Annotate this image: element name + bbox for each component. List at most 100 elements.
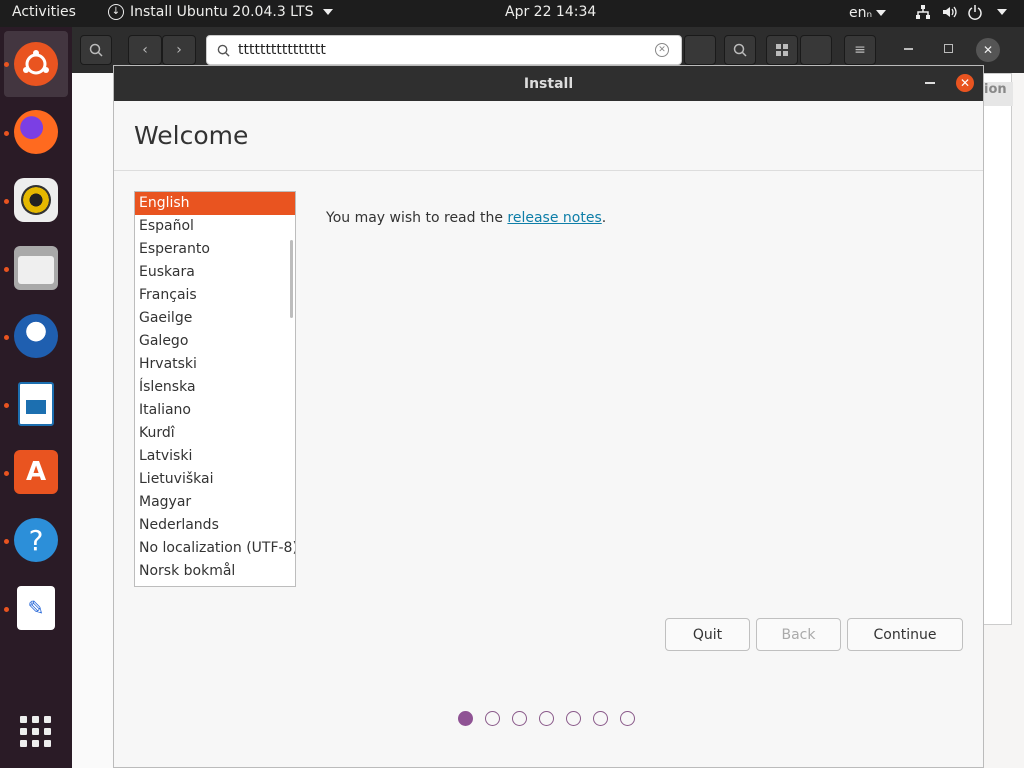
running-indicator bbox=[4, 471, 9, 476]
running-indicator bbox=[4, 607, 9, 612]
running-indicator bbox=[4, 403, 9, 408]
search-button[interactable] bbox=[724, 35, 756, 65]
search-icon bbox=[733, 43, 747, 57]
search-icon bbox=[89, 43, 103, 57]
pencil-icon: ✎ bbox=[17, 586, 55, 630]
mail-icon bbox=[14, 314, 58, 358]
chevron-right-icon: › bbox=[176, 42, 182, 58]
files-side-pane: ion bbox=[982, 73, 1013, 625]
activities-button[interactable]: Activities bbox=[12, 4, 76, 20]
list-item[interactable]: Norsk bokmål bbox=[135, 560, 295, 583]
minimize-icon[interactable] bbox=[925, 82, 935, 84]
list-item[interactable]: Latviski bbox=[135, 445, 295, 468]
search-options-button[interactable] bbox=[684, 35, 716, 65]
input-source-label: enₙ bbox=[849, 5, 873, 21]
language-list[interactable]: English Español Esperanto Euskara França… bbox=[134, 191, 296, 587]
search-icon bbox=[217, 44, 230, 57]
list-item[interactable]: Kurdî bbox=[135, 422, 295, 445]
clock[interactable]: Apr 22 14:34 bbox=[505, 4, 596, 20]
top-bar: Activities ↓ Install Ubuntu 20.04.3 LTS … bbox=[0, 0, 1024, 27]
progress-dot bbox=[620, 711, 635, 726]
running-indicator bbox=[4, 199, 9, 204]
dock-writer[interactable] bbox=[0, 371, 72, 437]
power-icon bbox=[968, 5, 982, 20]
close-icon[interactable]: ✕ bbox=[956, 74, 974, 92]
list-item[interactable]: Italiano bbox=[135, 399, 295, 422]
release-notes-prefix: You may wish to read the bbox=[326, 210, 508, 226]
dock-rhythmbox[interactable] bbox=[0, 167, 72, 233]
dock-software[interactable]: A bbox=[0, 439, 72, 505]
list-item[interactable]: Magyar bbox=[135, 491, 295, 514]
network-icon bbox=[916, 5, 930, 19]
dock: A ? ✎ bbox=[0, 27, 72, 768]
dock-files[interactable] bbox=[0, 235, 72, 301]
release-notes-link[interactable]: release notes bbox=[507, 210, 601, 226]
list-item[interactable]: Lietuviškai bbox=[135, 468, 295, 491]
help-icon: ? bbox=[14, 518, 58, 562]
dock-help[interactable]: ? bbox=[0, 507, 72, 573]
running-indicator bbox=[4, 335, 9, 340]
clear-icon[interactable]: ✕ bbox=[655, 43, 669, 57]
firefox-icon bbox=[14, 110, 58, 154]
list-item[interactable]: No localization (UTF-8) bbox=[135, 537, 295, 560]
list-item[interactable]: Íslenska bbox=[135, 376, 295, 399]
dock-text-editor[interactable]: ✎ bbox=[0, 575, 72, 641]
list-item[interactable]: Galego bbox=[135, 330, 295, 353]
dock-ubuntu-installer[interactable] bbox=[4, 31, 68, 97]
search-input[interactable]: tttttttttttttttt ✕ bbox=[206, 35, 682, 65]
back-button[interactable]: Back bbox=[756, 618, 841, 651]
dock-thunderbird[interactable] bbox=[0, 303, 72, 369]
list-item[interactable]: Gaeilge bbox=[135, 307, 295, 330]
release-notes-text: You may wish to read the release notes. bbox=[326, 210, 606, 226]
chevron-down-icon bbox=[997, 9, 1007, 15]
download-icon: ↓ bbox=[108, 4, 124, 20]
scrollbar[interactable] bbox=[290, 240, 293, 318]
running-indicator bbox=[4, 539, 9, 544]
side-pane-tab: ion bbox=[983, 82, 1013, 106]
chevron-down-icon bbox=[323, 9, 334, 15]
document-icon bbox=[18, 382, 54, 426]
page-header: Welcome bbox=[114, 101, 983, 171]
installer-title: Install bbox=[523, 75, 574, 92]
list-item[interactable]: Nederlands bbox=[135, 514, 295, 537]
close-icon[interactable]: ✕ bbox=[976, 38, 1000, 62]
progress-dot bbox=[458, 711, 473, 726]
list-item[interactable]: Français bbox=[135, 284, 295, 307]
files-sidebar bbox=[72, 73, 113, 768]
progress-dot bbox=[566, 711, 581, 726]
view-options-button[interactable] bbox=[800, 35, 832, 65]
minimize-icon[interactable] bbox=[904, 48, 913, 50]
list-item[interactable]: Español bbox=[135, 215, 295, 238]
progress-dot bbox=[485, 711, 500, 726]
progress-dots bbox=[458, 711, 635, 726]
back-button[interactable]: ‹ bbox=[128, 35, 162, 65]
speaker-icon bbox=[14, 178, 58, 222]
continue-button[interactable]: Continue bbox=[847, 618, 963, 651]
app-menu[interactable]: ↓ Install Ubuntu 20.04.3 LTS bbox=[108, 4, 334, 20]
quit-button[interactable]: Quit bbox=[665, 618, 750, 651]
running-indicator bbox=[4, 62, 9, 67]
list-item[interactable]: Hrvatski bbox=[135, 353, 295, 376]
list-item[interactable]: English bbox=[135, 192, 295, 215]
list-item[interactable]: Euskara bbox=[135, 261, 295, 284]
search-toggle-button[interactable] bbox=[80, 35, 112, 65]
running-indicator bbox=[4, 131, 9, 136]
show-applications-button[interactable] bbox=[20, 716, 52, 748]
volume-icon bbox=[943, 6, 957, 18]
progress-dot bbox=[593, 711, 608, 726]
folder-icon bbox=[14, 246, 58, 290]
forward-button[interactable]: › bbox=[162, 35, 196, 65]
app-menu-title: Install Ubuntu 20.04.3 LTS bbox=[130, 4, 314, 20]
installer-titlebar: Install ✕ bbox=[114, 66, 983, 101]
running-indicator bbox=[4, 267, 9, 272]
page-title: Welcome bbox=[134, 121, 249, 150]
input-source-menu[interactable]: enₙ bbox=[849, 5, 887, 21]
grid-icon bbox=[776, 44, 788, 56]
list-item[interactable]: Esperanto bbox=[135, 238, 295, 261]
maximize-icon[interactable] bbox=[944, 44, 953, 53]
view-grid-button[interactable] bbox=[766, 35, 798, 65]
system-menu[interactable] bbox=[915, 4, 1007, 20]
chevron-left-icon: ‹ bbox=[142, 42, 148, 58]
dock-firefox[interactable] bbox=[0, 99, 72, 165]
menu-button[interactable]: ≡ bbox=[844, 35, 876, 65]
